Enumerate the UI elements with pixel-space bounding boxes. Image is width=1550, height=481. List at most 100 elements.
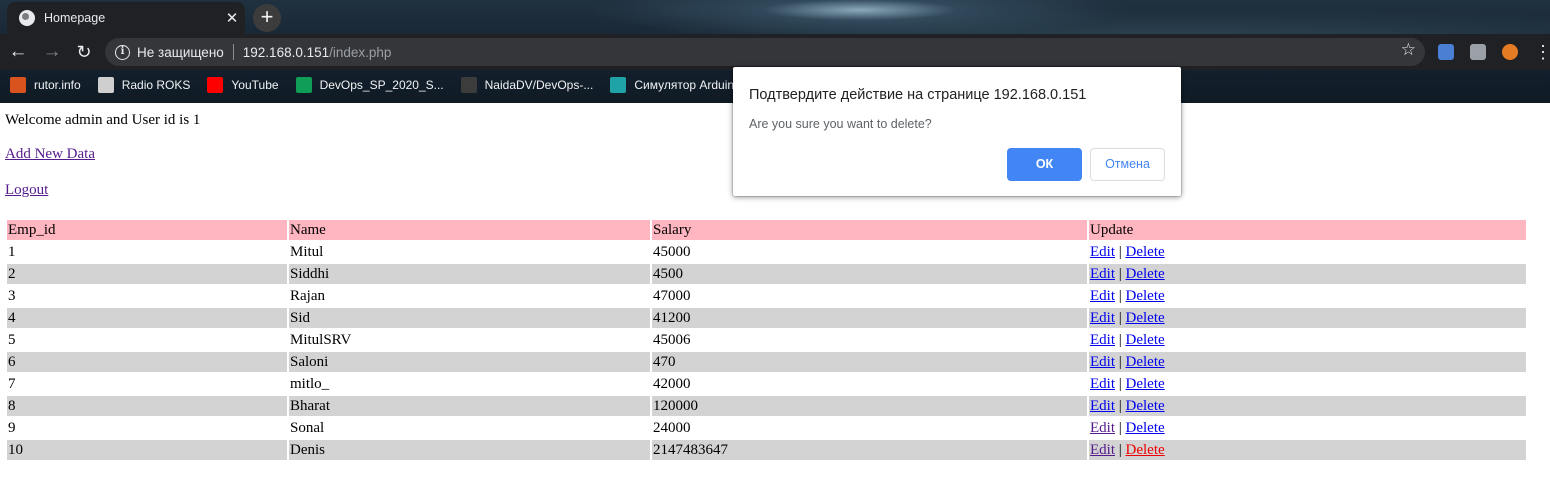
github-icon [460,77,477,93]
name-cell: Siddhi [289,264,650,284]
column-header: Update [1089,220,1526,240]
emp-id-cell: 6 [7,352,287,372]
table-row: 7 mitlo_ 42000 Edit | Delete [7,374,1526,394]
update-cell: Edit | Delete [1089,264,1526,284]
link-separator: | [1118,442,1122,458]
salary-cell: 4500 [652,264,1087,284]
ok-button[interactable]: ОК [1007,148,1082,181]
edit-link[interactable]: Edit [1090,420,1115,436]
table-row: 1 Mitul 45000 Edit | Delete [7,242,1526,262]
edit-link[interactable]: Edit [1090,354,1115,370]
dialog-message: Are you sure you want to delete? [749,117,932,131]
url-host: 192.168.0.151 [242,44,330,60]
update-cell: Edit | Delete [1089,352,1526,372]
browser-menu-icon[interactable]: ⋮ [1534,40,1550,64]
name-cell: Denis [289,440,650,460]
edit-link[interactable]: Edit [1090,310,1115,326]
delete-link[interactable]: Delete [1126,332,1165,348]
update-cell: Edit | Delete [1089,440,1526,460]
link-separator: | [1118,266,1122,282]
update-cell: Edit | Delete [1089,286,1526,306]
salary-cell: 47000 [652,286,1087,306]
bookmark-item[interactable]: Radio ROKS [97,77,190,93]
back-arrow-icon[interactable]: ← [6,40,30,64]
bookmark-label: rutor.info [34,78,81,92]
salary-cell: 470 [652,352,1087,372]
delete-link[interactable]: Delete [1126,310,1165,326]
edit-link[interactable]: Edit [1090,266,1115,282]
new-tab-button[interactable]: + [253,4,281,32]
edit-link[interactable]: Edit [1090,332,1115,348]
delete-link[interactable]: Delete [1126,354,1165,370]
logout-link[interactable]: Logout [5,182,48,199]
extension-icon[interactable] [1470,44,1486,60]
table-row: 4 Sid 41200 Edit | Delete [7,308,1526,328]
tab-homepage[interactable]: Homepage ✕ [7,2,245,34]
reload-icon[interactable]: ↻ [72,40,96,64]
bookmark-item[interactable]: NaidaDV/DevOps-... [460,77,593,93]
salary-cell: 120000 [652,396,1087,416]
bookmark-star-icon[interactable]: ☆ [1401,40,1416,60]
edit-link[interactable]: Edit [1090,398,1115,414]
edit-link[interactable]: Edit [1090,376,1115,392]
delete-link[interactable]: Delete [1126,442,1165,458]
add-new-data-link[interactable]: Add New Data [5,146,95,163]
url-path: /index.php [329,44,392,60]
update-cell: Edit | Delete [1089,396,1526,416]
delete-link[interactable]: Delete [1126,266,1165,282]
profile-extension-icon[interactable] [1502,44,1518,60]
link-separator: | [1118,420,1122,436]
delete-link[interactable]: Delete [1126,376,1165,392]
table-row: 9 Sonal 24000 Edit | Delete [7,418,1526,438]
salary-cell: 45006 [652,330,1087,350]
translate-extension-icon[interactable] [1438,44,1454,60]
column-header: Emp_id [7,220,287,240]
table-header-row: Emp_id Name Salary Update [7,220,1526,240]
bookmark-item[interactable]: Симулятор Arduin... [610,77,744,93]
salary-cell: 45000 [652,242,1087,262]
salary-cell: 2147483647 [652,440,1087,460]
bookmark-label: Симулятор Arduin... [634,78,745,92]
cancel-button[interactable]: Отмена [1090,148,1165,181]
update-cell: Edit | Delete [1089,242,1526,262]
emp-id-cell: 9 [7,418,287,438]
emp-id-cell: 3 [7,286,287,306]
edit-link[interactable]: Edit [1090,244,1115,260]
name-cell: Bharat [289,396,650,416]
arduino-icon [610,77,627,93]
link-separator: | [1118,244,1122,260]
bookmark-item[interactable]: YouTube [207,77,279,93]
emp-id-cell: 10 [7,440,287,460]
delete-link[interactable]: Delete [1126,398,1165,414]
link-separator: | [1118,376,1122,392]
emp-id-cell: 2 [7,264,287,284]
bookmark-item[interactable]: DevOps_SP_2020_S... [295,77,444,93]
confirm-dialog: Подтвердите действие на странице 192.168… [733,67,1181,196]
dialog-title: Подтвердите действие на странице 192.168… [749,87,1087,103]
forward-arrow-icon[interactable]: → [40,40,64,64]
tab-title: Homepage [44,11,106,25]
table-row: 2 Siddhi 4500 Edit | Delete [7,264,1526,284]
sheets-icon [295,77,312,93]
link-separator: | [1118,354,1122,370]
delete-link[interactable]: Delete [1126,420,1165,436]
link-separator: | [1118,310,1122,326]
emp-id-cell: 4 [7,308,287,328]
info-icon[interactable]: i [115,44,130,60]
bookmark-item[interactable]: rutor.info [10,77,81,93]
table-row: 3 Rajan 47000 Edit | Delete [7,286,1526,306]
delete-link[interactable]: Delete [1126,244,1165,260]
name-cell: MitulSRV [289,330,650,350]
close-tab-icon[interactable]: ✕ [219,9,245,27]
update-cell: Edit | Delete [1089,374,1526,394]
delete-link[interactable]: Delete [1126,288,1165,304]
edit-link[interactable]: Edit [1090,288,1115,304]
edit-link[interactable]: Edit [1090,442,1115,458]
table-row: 8 Bharat 120000 Edit | Delete [7,396,1526,416]
link-separator: | [1118,398,1122,414]
name-cell: Sid [289,308,650,328]
address-bar[interactable]: i Не защищено 192.168.0.151 /index.php ☆ [105,38,1425,66]
browser-toolbar: ← → ↻ i Не защищено 192.168.0.151 /index… [0,34,1550,70]
link-separator: | [1118,332,1122,348]
update-cell: Edit | Delete [1089,308,1526,328]
